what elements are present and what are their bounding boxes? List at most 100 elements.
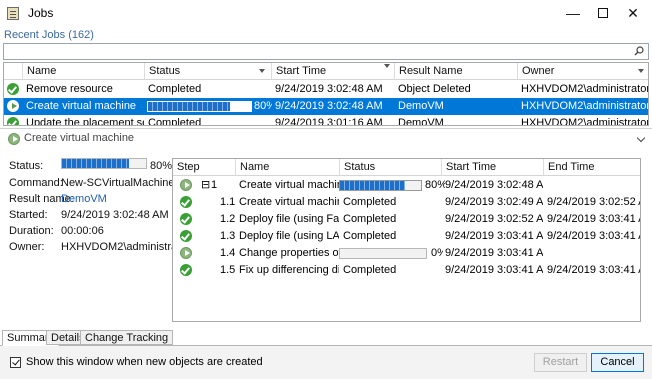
step-progress-bar: [339, 248, 427, 259]
step-progress-fill: [340, 181, 405, 190]
job-progress-fill: [148, 102, 231, 111]
step-progress-bar: [339, 180, 422, 191]
completed-check-icon: [7, 117, 19, 125]
step-status: Completed: [343, 230, 397, 242]
status-progress-fill: [62, 159, 130, 168]
duration-label: Duration:: [9, 225, 54, 237]
sort-descending-icon: [384, 64, 390, 68]
completed-check-icon: [7, 83, 19, 95]
column-header-step[interactable]: Step: [173, 159, 235, 176]
jobs-table-header: Name Status Start Time Result Name Owner: [4, 63, 648, 80]
job-owner: HXHVDOM2\administrator: [521, 117, 649, 126]
completed-check-icon: [180, 213, 192, 225]
command-label: Command:: [9, 177, 63, 189]
status-progress-text: 80%: [150, 160, 173, 172]
steps-table-header: Step Name Status Start Time End Time: [173, 159, 640, 176]
step-row[interactable]: ⊟ 1 Create virtual machine 80% 9/24/2019…: [173, 177, 640, 194]
minimize-icon: —: [566, 5, 580, 21]
show-window-checkbox-label[interactable]: Show this window when new objects are cr…: [26, 356, 263, 368]
column-header-owner-label: Owner: [522, 65, 555, 77]
show-window-checkbox[interactable]: [10, 357, 21, 368]
step-row[interactable]: 1.4 Change properties of vir... 0% 9/24/…: [173, 245, 640, 262]
step-start-time: 9/24/2019 3:03:41 AM: [445, 247, 543, 259]
step-row[interactable]: 1.1 Create virtual machine Completed 9/2…: [173, 194, 640, 211]
started-label: Started:: [9, 209, 48, 221]
job-owner: HXHVDOM2\administrator: [521, 83, 649, 95]
filter-dropdown-icon[interactable]: [638, 69, 644, 73]
step-end-time: 9/24/2019 3:03:41 AM: [547, 230, 640, 242]
cancel-button[interactable]: Cancel: [591, 353, 644, 372]
tab-change-tracking[interactable]: Change Tracking: [80, 330, 174, 345]
jobs-table: Name Status Start Time Result Name Owner…: [3, 62, 649, 126]
recent-jobs-label: Recent Jobs (162): [4, 29, 94, 41]
job-result-name: DemoVM: [398, 117, 444, 126]
completed-check-icon: [180, 264, 192, 276]
started-value: 9/24/2019 3:02:48 AM: [61, 209, 169, 221]
column-header-start-time[interactable]: Start Time: [441, 159, 543, 176]
maximize-icon: [598, 8, 608, 18]
step-row[interactable]: 1.5 Fix up differencing disks Completed …: [173, 262, 640, 279]
running-play-icon: [180, 247, 192, 259]
column-header-icon[interactable]: [4, 63, 22, 80]
owner-value: HXHVDOM2\administrator: [61, 241, 190, 253]
step-name: Create virtual machine: [239, 179, 339, 191]
job-progress-bar: [147, 101, 252, 112]
step-status: Completed: [343, 196, 397, 208]
running-play-icon: [7, 100, 19, 112]
jobs-app-icon: [7, 6, 19, 20]
running-play-icon: [180, 179, 192, 191]
job-row-selected[interactable]: Create virtual machine 80% 9/24/2019 3:0…: [4, 98, 648, 115]
job-progress-text: 80%: [254, 100, 272, 112]
job-start-time: 9/24/2019 3:02:48 AM: [275, 100, 383, 112]
footer-bar: Show this window when new objects are cr…: [0, 346, 652, 379]
column-header-owner[interactable]: Owner: [517, 63, 648, 80]
step-row[interactable]: 1.3 Deploy file (using LAN) Completed 9/…: [173, 228, 640, 245]
step-start-time: 9/24/2019 3:02:52 AM: [445, 213, 543, 225]
column-header-start-time-label: Start Time: [276, 65, 327, 77]
column-header-status[interactable]: Status: [339, 159, 441, 176]
column-header-name[interactable]: Name: [235, 159, 339, 176]
column-header-end-time[interactable]: End Time: [543, 159, 640, 176]
result-name-link[interactable]: DemoVM: [61, 193, 107, 205]
job-name: Create virtual machine: [26, 100, 137, 112]
step-name: Deploy file (using LAN): [239, 230, 339, 242]
command-value: New-SCVirtualMachine: [61, 177, 175, 189]
steps-table: Step Name Status Start Time End Time ⊟ 1…: [172, 158, 641, 322]
search-icon[interactable]: [634, 46, 644, 56]
column-header-status[interactable]: Status: [144, 63, 271, 80]
job-start-time: 9/24/2019 3:02:48 AM: [275, 83, 383, 95]
step-row[interactable]: 1.2 Deploy file (using Fast Fi... Comple…: [173, 211, 640, 228]
column-header-result-name[interactable]: Result Name: [394, 63, 517, 80]
step-name: Change properties of vir...: [239, 247, 339, 259]
step-status: Completed: [343, 264, 397, 276]
job-row[interactable]: Remove resource Completed 9/24/2019 3:02…: [4, 81, 648, 98]
search-input[interactable]: [3, 43, 649, 60]
step-name: Fix up differencing disks: [239, 264, 339, 276]
column-header-start-time[interactable]: Start Time: [271, 63, 394, 80]
details-title: Create virtual machine: [24, 132, 135, 144]
job-result-name: DemoVM: [398, 100, 444, 112]
chevron-down-icon[interactable]: [636, 133, 646, 143]
job-row[interactable]: Update the placement setting Completed 9…: [4, 115, 649, 126]
step-end-time: [543, 245, 640, 262]
step-end-time: 9/24/2019 3:03:41 AM: [547, 264, 640, 276]
job-start-time: 9/24/2019 3:01:16 AM: [275, 117, 383, 126]
step-name: Deploy file (using Fast Fi...: [239, 213, 339, 225]
step-number: 1: [211, 179, 218, 191]
restart-button[interactable]: Restart: [534, 353, 587, 372]
filter-dropdown-icon[interactable]: [259, 69, 265, 73]
step-start-time: 9/24/2019 3:03:41 AM: [445, 264, 543, 276]
step-start-time: 9/24/2019 3:02:49 AM: [445, 196, 543, 208]
job-owner: HXHVDOM2\administrator: [521, 100, 649, 112]
column-header-name[interactable]: Name: [22, 63, 144, 80]
column-header-status-label: Status: [149, 65, 181, 77]
step-status: Completed: [343, 213, 397, 225]
step-end-time: [543, 177, 640, 194]
window-title: Jobs: [28, 6, 54, 20]
close-button[interactable]: ✕: [613, 0, 652, 26]
step-end-time: 9/24/2019 3:03:41 AM: [547, 213, 640, 225]
step-name: Create virtual machine: [239, 196, 339, 208]
completed-check-icon: [180, 230, 192, 242]
status-label: Status:: [9, 160, 44, 172]
step-start-time: 9/24/2019 3:03:41 AM: [445, 230, 543, 242]
